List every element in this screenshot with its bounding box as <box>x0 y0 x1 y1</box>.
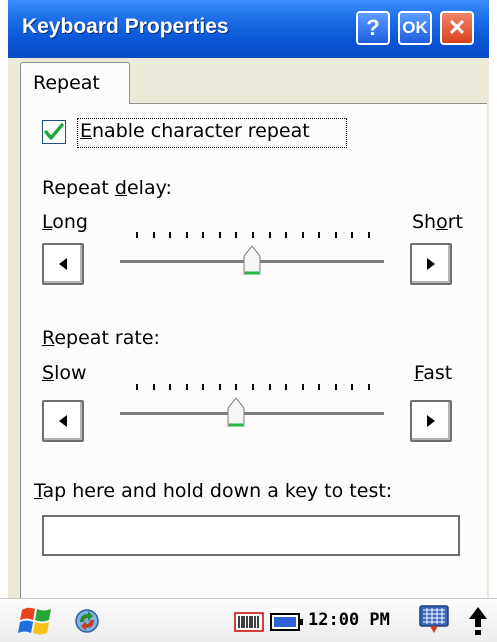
ok-button[interactable]: OK <box>398 11 432 45</box>
slider-tick <box>136 384 138 390</box>
slider-tick <box>368 384 370 390</box>
slider-tick <box>153 384 155 390</box>
slider-tick <box>136 232 138 238</box>
slider-tick <box>219 232 221 238</box>
rate-max-label: Fast <box>414 362 453 384</box>
clock[interactable]: 12:00 PM <box>308 610 390 630</box>
rate-min-label: Slow <box>42 362 87 384</box>
enable-repeat-label[interactable]: Enable character repeat <box>80 120 310 142</box>
slider-tick <box>335 384 337 390</box>
right-arrow-icon <box>427 415 435 427</box>
slider-tick <box>202 384 204 390</box>
slider-tick <box>351 232 353 238</box>
close-button[interactable]: ✕ <box>440 11 474 45</box>
slider-tick <box>351 384 353 390</box>
start-windows-logo-icon[interactable] <box>18 604 56 638</box>
right-arrow-icon <box>427 258 435 270</box>
slider-tick <box>368 232 370 238</box>
delay-max-label: Short <box>412 211 463 233</box>
slider-tick <box>235 384 237 390</box>
window-title: Keyboard Properties <box>22 15 229 38</box>
slider-tick <box>318 384 320 390</box>
test-area-label: Tap here and hold down a key to test: <box>34 480 393 502</box>
slider-tick <box>335 232 337 238</box>
tab-repeat[interactable]: Repeat <box>20 62 130 104</box>
delay-slider-thumb[interactable] <box>243 244 261 276</box>
slider-tick <box>285 232 287 238</box>
up-arrow-icon[interactable] <box>466 605 490 637</box>
window-right-edge <box>489 58 497 598</box>
repeat-delay-slider[interactable] <box>120 230 384 290</box>
slider-tick <box>186 384 188 390</box>
delay-slider-ticks <box>136 232 370 238</box>
tab-repeat-label: Repeat <box>33 72 100 94</box>
slider-tick <box>235 232 237 238</box>
battery-icon[interactable] <box>270 612 304 632</box>
sync-icon[interactable] <box>74 608 100 634</box>
slider-tick <box>169 384 171 390</box>
delay-increase-button[interactable] <box>410 243 452 285</box>
check-mark-icon <box>44 123 64 140</box>
slider-tick <box>202 232 204 238</box>
slider-tick <box>269 384 271 390</box>
repeat-rate-slider[interactable] <box>120 382 384 442</box>
slider-tick <box>302 384 304 390</box>
rate-slider-ticks <box>136 384 370 390</box>
left-arrow-icon <box>59 415 67 427</box>
slider-tick <box>318 232 320 238</box>
slider-tick <box>186 232 188 238</box>
repeat-delay-label: Repeat delay: <box>42 177 172 199</box>
slider-tick <box>269 232 271 238</box>
slider-tick <box>252 232 254 238</box>
rate-slider-track <box>120 412 384 416</box>
delay-min-label: Long <box>42 211 88 233</box>
rate-increase-button[interactable] <box>410 400 452 442</box>
slider-tick <box>219 384 221 390</box>
window-left-edge <box>0 58 8 598</box>
input-panel-icon[interactable] <box>418 604 450 636</box>
repeat-rate-label: Repeat rate: <box>42 327 160 349</box>
rate-slider-thumb[interactable] <box>227 396 245 428</box>
barcode-scanner-icon[interactable] <box>234 610 264 634</box>
delay-decrease-button[interactable] <box>42 243 84 285</box>
slider-tick <box>302 232 304 238</box>
slider-tick <box>252 384 254 390</box>
rate-decrease-button[interactable] <box>42 400 84 442</box>
slider-tick <box>285 384 287 390</box>
title-bar: Keyboard Properties ? OK ✕ <box>8 0 489 58</box>
slider-tick <box>169 232 171 238</box>
help-button[interactable]: ? <box>356 11 390 45</box>
test-input[interactable] <box>42 515 460 556</box>
window: Keyboard Properties ? OK ✕ Repeat Enable… <box>0 0 497 642</box>
left-arrow-icon <box>59 258 67 270</box>
slider-tick <box>153 232 155 238</box>
enable-repeat-checkbox[interactable] <box>42 120 66 144</box>
taskbar: 12:00 PM <box>0 598 497 642</box>
